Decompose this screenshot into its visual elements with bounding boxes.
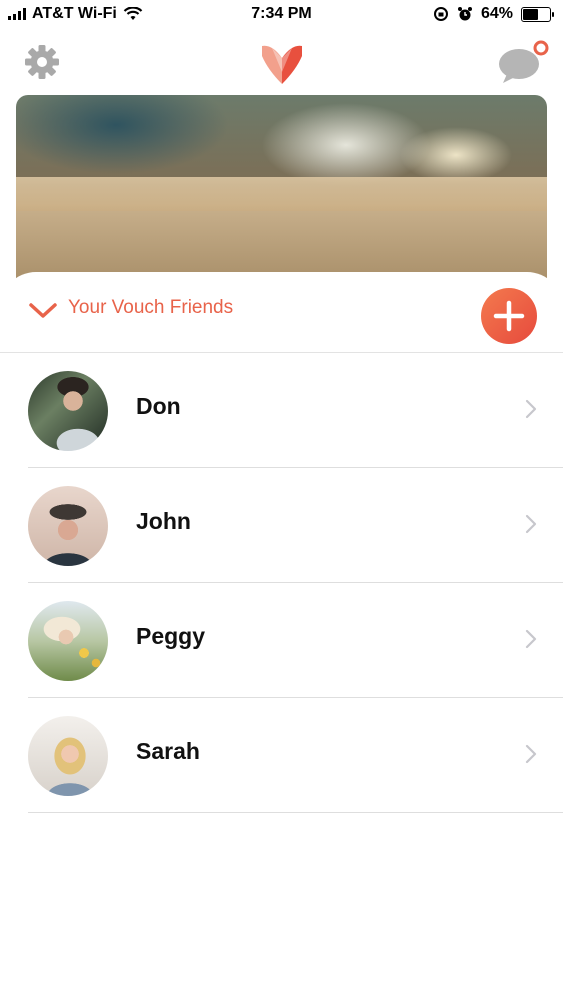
top-bar xyxy=(0,30,563,90)
cover-photo-detail xyxy=(16,177,547,211)
chat-bubble-icon[interactable] xyxy=(497,38,553,84)
rotation-lock-icon xyxy=(433,7,448,21)
gear-icon[interactable] xyxy=(24,44,60,80)
friend-row-peggy[interactable]: Peggy xyxy=(0,583,563,698)
avatar xyxy=(28,371,108,451)
friends-sheet: Your Vouch Friends Don John Peggy Sarah xyxy=(0,272,563,1000)
plus-icon xyxy=(493,300,525,332)
friend-row-john[interactable]: John xyxy=(0,468,563,583)
chevron-right-icon xyxy=(525,629,537,649)
battery-percent: 64% xyxy=(480,5,513,22)
alarm-icon xyxy=(457,7,472,21)
friend-name: Don xyxy=(136,393,181,419)
battery-icon xyxy=(521,6,554,22)
friend-name: Peggy xyxy=(136,623,206,649)
status-right: 64% xyxy=(433,5,554,23)
chevron-right-icon xyxy=(525,399,537,419)
status-bar: AT&T Wi-Fi 7:34 PM 64% xyxy=(0,0,563,30)
avatar xyxy=(28,601,108,681)
friend-name: John xyxy=(136,508,191,534)
friend-name: Sarah xyxy=(136,738,200,764)
avatar xyxy=(28,486,108,566)
friends-list: Don John Peggy Sarah xyxy=(0,353,563,813)
chevron-down-icon[interactable] xyxy=(28,300,58,320)
avatar xyxy=(28,716,108,796)
vouch-heart-logo xyxy=(262,45,302,84)
cover-photo xyxy=(16,95,547,295)
section-title: Your Vouch Friends xyxy=(68,297,234,318)
friend-row-don[interactable]: Don xyxy=(0,353,563,468)
friend-row-sarah[interactable]: Sarah xyxy=(0,698,563,813)
chevron-right-icon xyxy=(525,744,537,764)
add-friend-button[interactable] xyxy=(481,288,537,344)
friends-section-header: Your Vouch Friends xyxy=(0,272,563,353)
chevron-right-icon xyxy=(525,514,537,534)
